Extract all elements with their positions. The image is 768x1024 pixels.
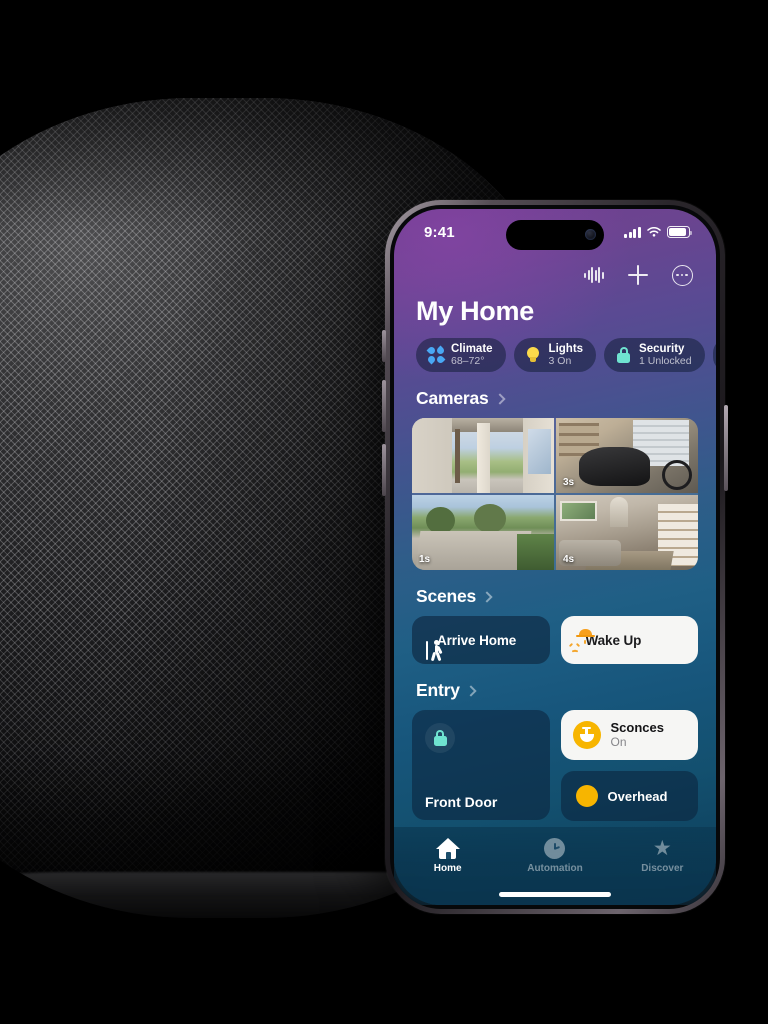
tab-automation[interactable]: Automation [501, 838, 608, 874]
chevron-right-icon [493, 392, 506, 405]
house-icon [435, 838, 460, 859]
camera-tile-driveway[interactable]: 1s [412, 495, 554, 570]
tab-label: Home [433, 863, 462, 874]
wifi-icon [647, 226, 661, 237]
scene-tile-row: Arrive Home Wake Up [394, 616, 716, 664]
battery-icon [667, 226, 692, 238]
fan-icon [426, 345, 445, 365]
cellular-bars-icon [624, 226, 641, 238]
scene-label: Arrive Home [437, 632, 517, 648]
category-pill-row[interactable]: Climate 68–72° Lights 3 On Security 1 Un… [394, 327, 716, 372]
accessory-label: Front Door [425, 794, 498, 810]
app-toolbar [394, 255, 716, 289]
scene-tile-wake-up[interactable]: Wake Up [560, 616, 698, 664]
section-header-scenes[interactable]: Scenes [394, 570, 716, 616]
page-title: My Home [416, 296, 534, 326]
section-header-cameras[interactable]: Cameras [394, 372, 716, 418]
light-dot-icon [575, 785, 598, 807]
camera-tile-front-porch[interactable] [412, 418, 554, 493]
action-button[interactable] [382, 330, 386, 362]
volume-down-button[interactable] [382, 444, 386, 496]
lightbulb-icon [525, 347, 542, 364]
accessory-tile-sconces[interactable]: Sconces On [560, 710, 698, 760]
accessory-status: On [610, 734, 627, 749]
sconce-light-icon [572, 721, 601, 749]
category-pill-overflow[interactable] [712, 338, 716, 372]
section-title: Cameras [416, 388, 489, 408]
section-title: Scenes [416, 586, 477, 606]
scene-tile-arrive-home[interactable]: Arrive Home [412, 616, 550, 664]
home-app-screen: 9:41 My Home Climate 68–72° Lights 3 On … [394, 209, 716, 905]
chevron-right-icon [465, 684, 477, 697]
camera-timestamp: 4s [563, 554, 575, 565]
star-icon: ★ [652, 837, 672, 860]
camera-timestamp: 1s [419, 554, 431, 565]
home-indicator[interactable] [499, 892, 611, 897]
pill-status: 68–72° [451, 354, 485, 367]
power-button[interactable] [724, 405, 728, 491]
tab-label: Automation [527, 863, 583, 874]
lock-icon [615, 347, 632, 364]
tab-label: Discover [641, 863, 684, 874]
category-pill-security[interactable]: Security 1 Unlocked [604, 338, 705, 372]
section-title: Entry [416, 680, 460, 700]
pill-status: 1 Unlocked [639, 354, 692, 367]
audio-waveform-icon[interactable] [582, 263, 606, 287]
tab-home[interactable]: Home [394, 838, 501, 874]
clock-icon [544, 838, 566, 859]
camera-tile-living-room[interactable]: 4s [556, 495, 698, 570]
status-bar-time: 9:41 [424, 223, 455, 241]
accessory-tile-overhead[interactable]: Overhead [560, 771, 698, 821]
plus-icon[interactable] [626, 263, 650, 287]
status-bar-indicators [624, 226, 692, 238]
accessory-label: Overhead [607, 788, 668, 804]
volume-up-button[interactable] [382, 380, 386, 432]
dynamic-island[interactable] [506, 220, 604, 250]
lock-icon [425, 723, 455, 753]
phone-bezel: 9:41 My Home Climate 68–72° Lights 3 On … [390, 205, 720, 909]
pill-label: Climate [451, 343, 493, 356]
camera-timestamp: 3s [563, 477, 575, 488]
camera-grid: 3s 1s 4s [412, 418, 698, 570]
pill-label: Lights [548, 343, 584, 356]
accessory-tile-front-door[interactable]: Front Door [412, 710, 550, 820]
product-photo-scene: 9:41 My Home Climate 68–72° Lights 3 On … [0, 0, 768, 1024]
category-pill-climate[interactable]: Climate 68–72° [416, 338, 506, 372]
entry-accessory-grid: Front Door Sconces On Overhead [394, 710, 716, 821]
iphone: 9:41 My Home Climate 68–72° Lights 3 On … [382, 200, 728, 914]
ellipsis-circle-icon[interactable] [670, 263, 694, 287]
accessory-label: Sconces [610, 719, 664, 735]
chevron-right-icon [481, 590, 493, 603]
tab-discover[interactable]: ★ Discover [609, 838, 716, 874]
section-header-entry[interactable]: Entry [394, 664, 716, 710]
category-pill-lights[interactable]: Lights 3 On [513, 338, 597, 372]
pill-label: Security [639, 343, 685, 356]
camera-tile-garage[interactable]: 3s [556, 418, 698, 493]
pill-status: 3 On [548, 354, 572, 367]
